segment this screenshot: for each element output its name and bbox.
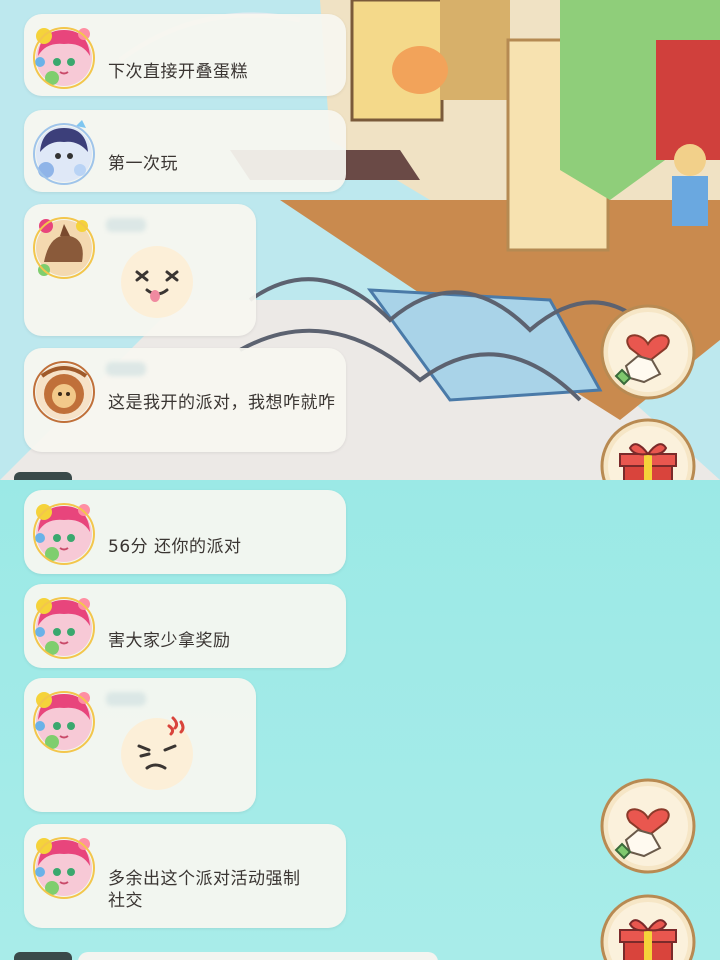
bottom-screenshot-panel: 56分 还你的派对 害大家少拿奖励 多余出这个派对活动强制社交 <box>0 480 720 960</box>
lion-avatar[interactable] <box>30 356 98 424</box>
sender-name-redacted <box>106 692 146 706</box>
pink-hair-girl-avatar[interactable] <box>30 832 98 900</box>
dizzy-face-sticker <box>119 244 195 320</box>
pink-hair-girl-avatar[interactable] <box>30 592 98 660</box>
pink-hair-girl-avatar[interactable] <box>30 686 98 754</box>
chat-bubble: 害大家少拿奖励 <box>24 584 346 668</box>
chat-bubble-sticker <box>24 204 256 336</box>
chat-message-text: 害大家少拿奖励 <box>108 631 231 651</box>
chat-message-text: 下次直接开叠蛋糕 <box>108 62 248 82</box>
chat-bubble: 多余出这个派对活动强制社交 <box>24 824 346 928</box>
pink-hair-girl-avatar[interactable] <box>30 498 98 566</box>
chat-message-text: 56分 还你的派对 <box>108 537 242 557</box>
chat-message-text: 这是我开的派对，我想咋就咋 <box>108 393 336 413</box>
angry-face-sticker <box>119 714 195 790</box>
gift-icon[interactable] <box>600 894 696 960</box>
chat-bubble: 下次直接开叠蛋糕 <box>24 14 346 96</box>
input-toggle-button[interactable] <box>14 952 72 960</box>
heart-hand-icon[interactable] <box>600 778 696 874</box>
chat-bubble-sticker <box>24 678 256 812</box>
heart-hand-icon[interactable] <box>600 304 696 400</box>
sender-name-redacted <box>106 218 146 232</box>
chat-input-field[interactable] <box>78 952 438 960</box>
fox-avatar[interactable] <box>30 212 98 280</box>
top-screenshot-panel: 下次直接开叠蛋糕 第一次玩 这是我开的派对，我想咋就咋 <box>0 0 720 480</box>
pink-hair-girl-avatar[interactable] <box>30 22 98 90</box>
chat-bubble: 第一次玩 <box>24 110 346 192</box>
chat-bubble: 56分 还你的派对 <box>24 490 346 574</box>
gift-icon[interactable] <box>600 418 696 480</box>
chat-bubble: 这是我开的派对，我想咋就咋 <box>24 348 346 452</box>
sender-name-redacted <box>106 362 146 376</box>
input-toggle-button[interactable] <box>14 472 72 480</box>
chat-message-text: 多余出这个派对活动强制社交 <box>108 869 301 911</box>
chat-message-text: 第一次玩 <box>108 154 178 174</box>
blue-hair-boy-avatar[interactable] <box>30 118 98 186</box>
